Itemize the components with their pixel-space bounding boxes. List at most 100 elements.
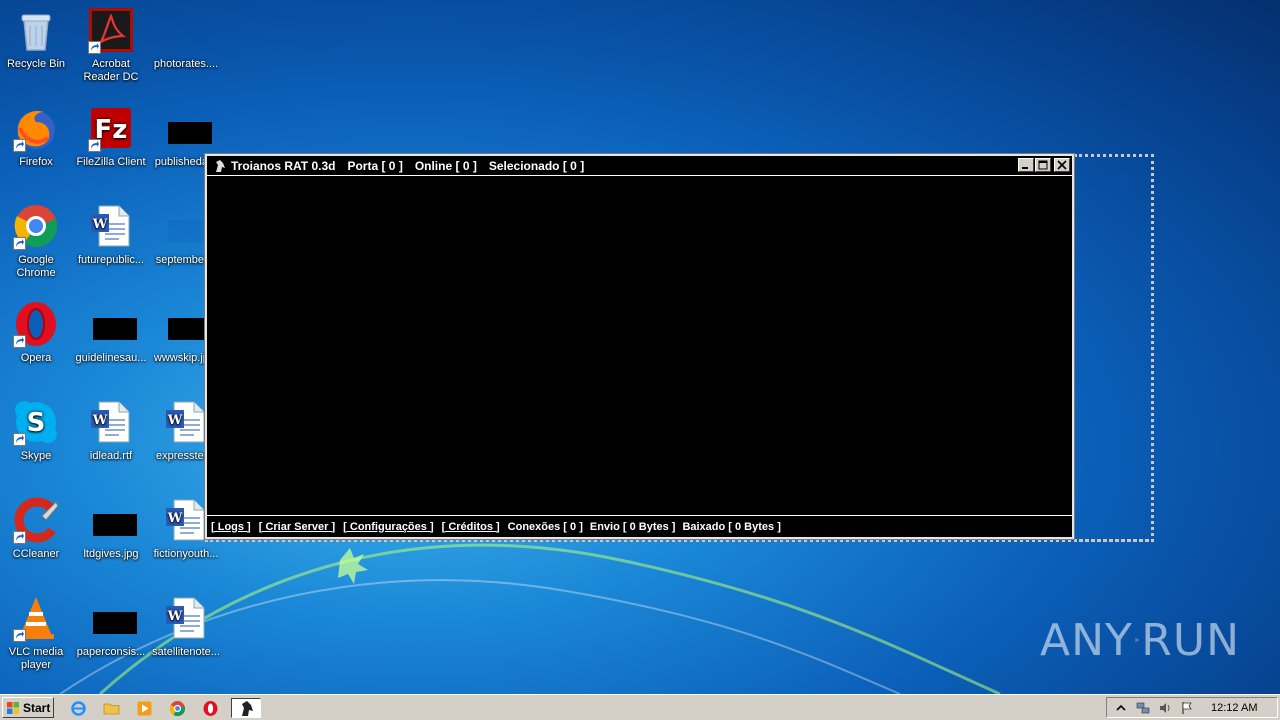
desktop-icon-label: photorates.... [153,58,219,70]
desktop-icon-label: Google Chrome [16,254,56,279]
svg-text:W: W [92,217,108,232]
tray-network[interactable] [1135,700,1151,716]
desktop-icon[interactable]: guidelinesau... [73,300,149,365]
opera-icon [203,700,217,716]
chevron-up-icon [1116,704,1126,711]
taskbar-opera[interactable] [198,698,222,718]
folder-icon [103,703,119,714]
desktop-icon[interactable]: Google Chrome [0,202,74,280]
word-doc-icon: W [162,398,210,446]
clock[interactable]: 12:12 AM [1211,702,1257,714]
play-triangle-icon [1135,637,1140,643]
tray-expand[interactable] [1113,700,1129,716]
window-titlebar[interactable]: Troianos RAT 0.3d Porta [ 0 ] Online [ 0… [207,156,1072,176]
taskbar-troianos-rat[interactable] [231,698,261,718]
desktop-icon[interactable]: Opera [0,300,74,365]
desktop-icon-label: ltdgives.jpg [83,548,139,560]
desktop-icon[interactable]: photorates.... [148,6,224,71]
tray-action-center[interactable] [1179,700,1195,716]
port-status: Porta [ 0 ] [347,158,403,173]
credits-link[interactable]: [ Créditos ] [442,521,500,533]
acrobat-icon [87,6,135,54]
filezilla-icon: Fz [87,104,135,152]
taskbar-chrome[interactable] [165,698,189,718]
desktop-icon[interactable]: CCleaner [0,496,74,561]
chrome-icon [169,700,185,716]
maximize-icon [1038,160,1048,170]
svg-text:W: W [167,511,183,526]
word-doc-icon: W [162,594,210,642]
shortcut-arrow-icon [13,237,26,250]
desktop-icon[interactable]: paperconsis... [73,594,149,659]
desktop-icon[interactable]: Firefox [0,104,74,169]
desktop-icon-label: FileZilla Client [76,156,146,168]
desktop-icon[interactable]: VLC media player [0,594,74,672]
logs-link[interactable]: [ Logs ] [211,521,251,533]
connections-count: Conexões [ 0 ] [507,520,583,533]
speaker-icon [1160,702,1170,713]
flag-icon [1182,701,1192,714]
recycle-bin-icon [12,6,60,54]
media-player-icon [137,701,151,715]
desktop-icon-label: VLC media player [8,646,64,671]
desktop-icon[interactable]: Fz FileZilla Client [73,104,149,169]
create-server-link[interactable]: [ Criar Server ] [259,521,335,533]
troianos-rat-window[interactable]: Troianos RAT 0.3d Porta [ 0 ] Online [ 0… [204,153,1075,540]
image-file-icon [87,496,137,544]
svg-text:S: S [27,408,46,438]
taskbar-explorer[interactable] [99,698,123,718]
close-button[interactable] [1054,158,1070,172]
app-statusbar: [ Logs ] [ Criar Server ] [ Configuraçõe… [207,515,1072,537]
desktop-icon-label: fictionyouth... [153,548,219,560]
svg-text:W: W [167,413,183,428]
desktop-icon[interactable]: Wsatellitenote... [148,594,224,659]
watermark-text-left: ANY [1040,614,1133,666]
window-resize-outline [1074,154,1154,542]
desktop-icon-label: Opera [20,352,52,364]
taskbar: Start 12:12 AM [0,694,1280,720]
taskbar-media[interactable] [132,698,156,718]
word-doc-icon: W [162,496,210,544]
minimize-button[interactable] [1018,158,1034,172]
tray-volume[interactable] [1157,700,1173,716]
desktop-icon[interactable]: Wfuturepublic... [73,202,149,267]
selected-status: Selecionado [ 0 ] [488,158,585,173]
firefox-icon [12,104,60,152]
desktop-icon-label: Firefox [19,156,53,168]
taskbar-ie[interactable] [66,698,90,718]
desktop-icon-label: idlead.rtf [89,450,133,462]
start-button[interactable]: Start [2,697,54,718]
shortcut-arrow-icon [13,531,26,544]
desktop-icon[interactable]: Acrobat Reader DC [73,6,149,84]
desktop-icon-label: CCleaner [12,548,60,560]
desktop-icon[interactable]: Widlead.rtf [73,398,149,463]
internet-explorer-icon [70,700,86,716]
settings-link[interactable]: [ Configurações ] [343,521,433,533]
watermark-text-right: RUN [1141,614,1240,666]
image-file-icon [87,300,137,348]
image-file-icon [162,300,212,348]
chrome-icon [12,202,60,250]
ccleaner-icon [12,496,60,544]
maximize-button[interactable] [1035,158,1051,172]
desktop-icon-label: guidelinesau... [75,352,147,364]
system-tray: 12:12 AM [1106,697,1278,718]
svg-text:W: W [167,609,183,624]
desktop-icon[interactable]: Recycle Bin [0,6,74,71]
connections-area[interactable] [207,177,1072,515]
shortcut-arrow-icon [13,433,26,446]
network-icon [1136,702,1150,713]
desktop-icon-label: Recycle Bin [6,58,66,70]
shortcut-arrow-icon [13,335,26,348]
desktop-icon-label: satellitenote... [152,646,220,658]
shortcut-arrow-icon [13,629,26,642]
start-label: Start [23,700,51,715]
anyrun-watermark: ANY RUN [1040,608,1240,672]
desktop-icon[interactable]: S Skype [0,398,74,463]
image-file-icon [162,6,210,54]
upload-bytes: Envio [ 0 Bytes ] [589,520,676,533]
image-file-icon [162,202,210,250]
desktop-icon[interactable]: ltdgives.jpg [73,496,149,561]
quick-launch [66,698,261,718]
shortcut-arrow-icon [88,139,101,152]
